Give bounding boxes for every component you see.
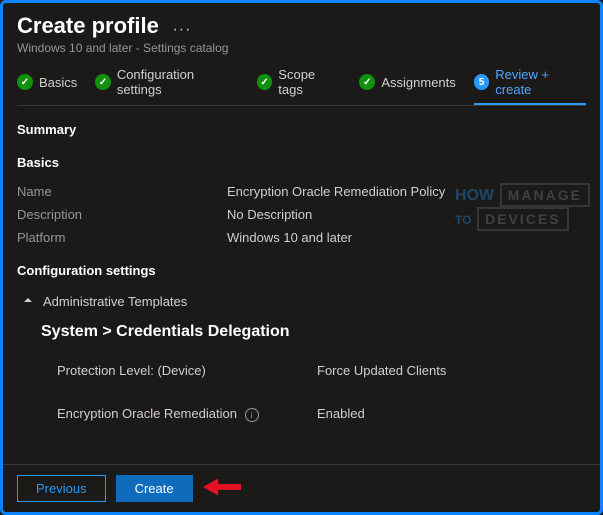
platform-label: Platform bbox=[17, 230, 227, 245]
settings-path: System > Credentials Delegation bbox=[17, 323, 586, 341]
remediation-value: Enabled bbox=[317, 406, 586, 422]
page-title: Create profile bbox=[17, 13, 159, 39]
info-icon[interactable]: i bbox=[245, 408, 259, 422]
step-configuration-settings[interactable]: ✓ Configuration settings bbox=[95, 67, 239, 103]
protection-level-value: Force Updated Clients bbox=[317, 363, 586, 378]
remediation-label: Encryption Oracle Remediation i bbox=[57, 406, 317, 422]
create-button[interactable]: Create bbox=[116, 475, 193, 502]
description-label: Description bbox=[17, 207, 227, 222]
config-settings-heading: Configuration settings bbox=[17, 263, 586, 278]
step-label: Configuration settings bbox=[117, 67, 239, 97]
wizard-steps: ✓ Basics ✓ Configuration settings ✓ Scop… bbox=[17, 67, 586, 106]
chevron-up-icon bbox=[23, 297, 33, 307]
step-label: Scope tags bbox=[278, 67, 341, 97]
step-number-icon: 5 bbox=[474, 74, 490, 90]
expander-label: Administrative Templates bbox=[43, 294, 187, 309]
basics-table: Name Encryption Oracle Remediation Polic… bbox=[17, 184, 586, 245]
step-label: Review + create bbox=[495, 67, 586, 97]
platform-value: Windows 10 and later bbox=[227, 230, 586, 245]
settings-list: Protection Level: (Device) Force Updated… bbox=[17, 363, 586, 422]
step-assignments[interactable]: ✓ Assignments bbox=[359, 74, 455, 96]
check-icon: ✓ bbox=[257, 74, 273, 90]
step-scope-tags[interactable]: ✓ Scope tags bbox=[257, 67, 342, 103]
check-icon: ✓ bbox=[17, 74, 33, 90]
step-review-create[interactable]: 5 Review + create bbox=[474, 67, 586, 105]
footer: Previous Create bbox=[3, 464, 600, 512]
previous-button[interactable]: Previous bbox=[17, 475, 106, 502]
description-value: No Description bbox=[227, 207, 586, 222]
step-label: Assignments bbox=[381, 75, 455, 90]
name-label: Name bbox=[17, 184, 227, 199]
summary-heading: Summary bbox=[17, 122, 586, 137]
step-basics[interactable]: ✓ Basics bbox=[17, 74, 77, 96]
check-icon: ✓ bbox=[359, 74, 375, 90]
name-value: Encryption Oracle Remediation Policy bbox=[227, 184, 586, 199]
more-icon[interactable]: ··· bbox=[172, 21, 191, 39]
page-subtitle: Windows 10 and later - Settings catalog bbox=[17, 41, 586, 55]
step-label: Basics bbox=[39, 75, 77, 90]
admin-templates-expander[interactable]: Administrative Templates bbox=[17, 294, 586, 309]
basics-heading: Basics bbox=[17, 155, 586, 170]
protection-level-label: Protection Level: (Device) bbox=[57, 363, 317, 378]
check-icon: ✓ bbox=[95, 74, 111, 90]
